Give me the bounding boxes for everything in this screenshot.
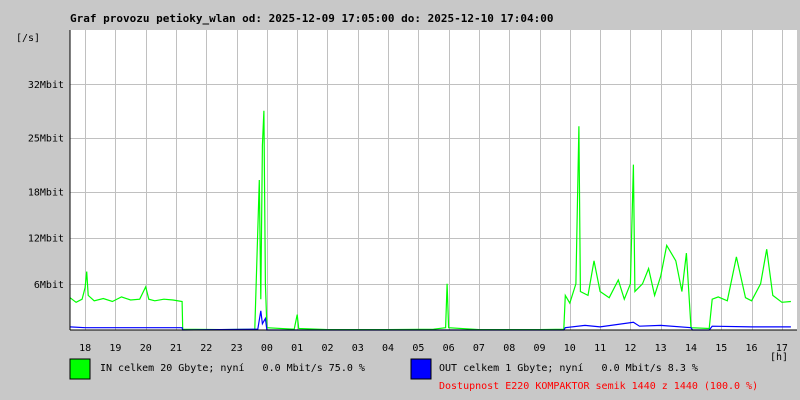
legend-swatch-in xyxy=(69,358,91,380)
x-tick-label-04: 04 xyxy=(382,343,394,354)
x-tick-label-23: 23 xyxy=(231,343,243,354)
x-tick-label-05: 05 xyxy=(412,343,424,354)
x-tick-label-03: 03 xyxy=(352,343,364,354)
x-tick-label-08: 08 xyxy=(503,343,515,354)
x-tick-label-18: 18 xyxy=(79,343,91,354)
x-tick-label-06: 06 xyxy=(443,343,455,354)
x-axis-unit-label: [h] xyxy=(770,352,788,363)
x-tick-label-19: 19 xyxy=(109,343,121,354)
x-tick-label-20: 20 xyxy=(140,343,152,354)
y-tick-label-18Mbit: 18Mbit xyxy=(28,188,64,199)
legend-label-out: OUT celkem 1 Gbyte; nyní 0.0 Mbit/s 8.3 … xyxy=(439,362,698,374)
x-tick-label-01: 01 xyxy=(291,343,303,354)
traffic-chart: Graf provozu petioky_wlan od: 2025-12-09… xyxy=(0,0,800,400)
y-tick-label-32Mbit: 32Mbit xyxy=(28,80,64,91)
x-tick-label-10: 10 xyxy=(564,343,576,354)
y-tick-label-25Mbit: 25Mbit xyxy=(28,134,64,145)
y-axis-label: [/s] xyxy=(16,33,40,44)
x-tick-label-15: 15 xyxy=(715,343,727,354)
y-tick-label-6Mbit: 6Mbit xyxy=(34,280,64,291)
x-tick-label-21: 21 xyxy=(170,343,182,354)
x-tick-label-00: 00 xyxy=(261,343,273,354)
x-tick-label-07: 07 xyxy=(473,343,485,354)
x-tick-label-14: 14 xyxy=(685,343,697,354)
x-tick-label-13: 13 xyxy=(655,343,667,354)
x-tick-label-22: 22 xyxy=(200,343,212,354)
x-tick-label-11: 11 xyxy=(594,343,606,354)
availability-note: Dostupnost E220 KOMPAKTOR semik 1440 z 1… xyxy=(439,381,758,392)
chart-title: Graf provozu petioky_wlan od: 2025-12-09… xyxy=(70,12,553,25)
x-tick-label-16: 16 xyxy=(746,343,758,354)
legend-swatch-out xyxy=(410,358,432,380)
x-tick-label-02: 02 xyxy=(321,343,333,354)
x-tick-label-09: 09 xyxy=(533,343,545,354)
x-tick-label-12: 12 xyxy=(624,343,636,354)
legend-label-in: IN celkem 20 Gbyte; nyní 0.0 Mbit/s 75.0… xyxy=(100,362,365,374)
y-tick-label-12Mbit: 12Mbit xyxy=(28,234,64,245)
